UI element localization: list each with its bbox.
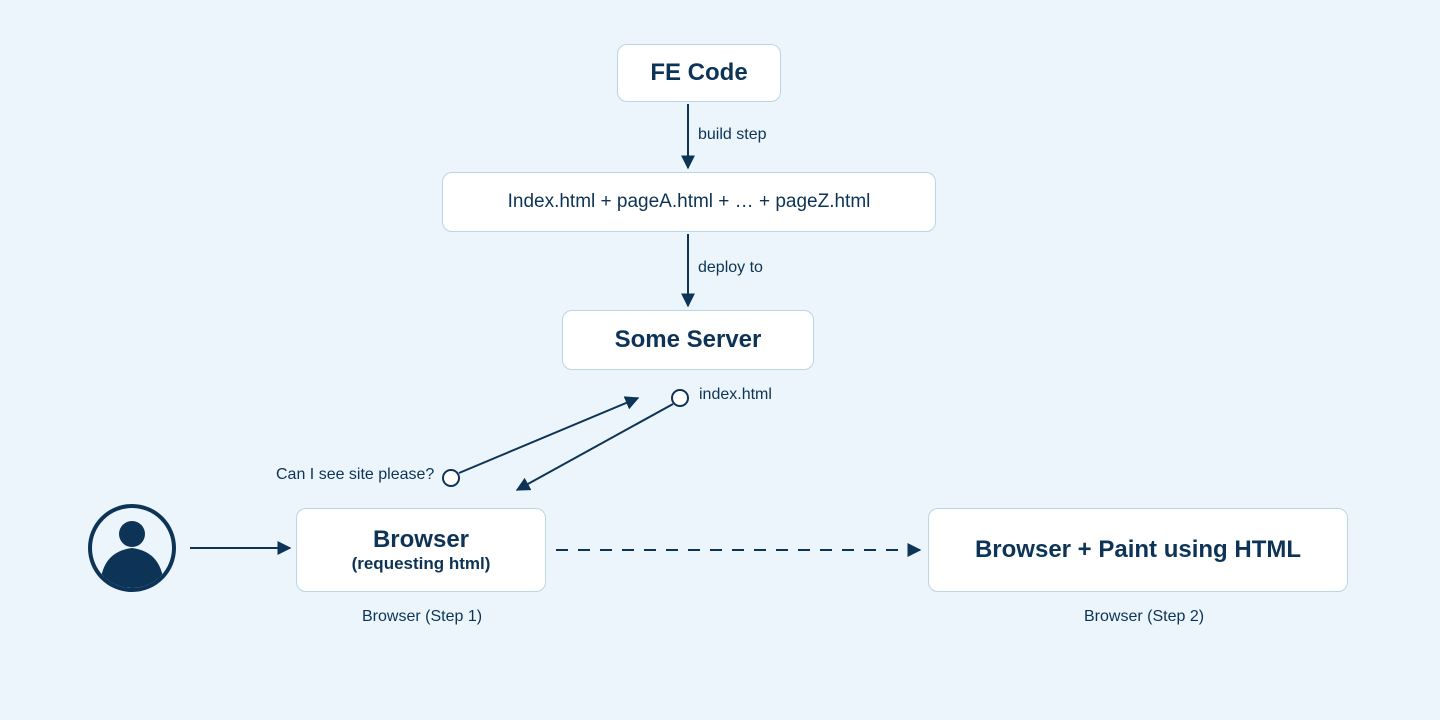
arrow-response [517,404,673,490]
caption-step2: Browser (Step 2) [1084,608,1204,626]
node-browser-step2: Browser + Paint using HTML [928,508,1348,592]
edge-label-request: Can I see site please? [276,466,434,484]
arrow-request [459,398,638,473]
user-icon [90,506,174,600]
response-origin-dot [672,390,688,406]
edge-label-deploy-to: deploy to [698,259,763,277]
node-server: Some Server [562,310,814,370]
node-browser1-line2: (requesting html) [352,554,491,574]
node-pages-label: Index.html + pageA.html + … + pageZ.html [508,191,871,213]
edge-label-build-step: build step [698,126,767,144]
node-fe-code-label: FE Code [650,59,747,87]
node-server-label: Some Server [615,326,762,354]
caption-step1: Browser (Step 1) [362,608,482,626]
node-pages: Index.html + pageA.html + … + pageZ.html [442,172,936,232]
node-browser2-label: Browser + Paint using HTML [975,536,1301,564]
node-browser1-line1: Browser [373,526,469,554]
node-browser-step1: Browser (requesting html) [296,508,546,592]
edge-label-response: index.html [699,386,772,404]
request-origin-dot [443,470,459,486]
node-fe-code: FE Code [617,44,781,102]
